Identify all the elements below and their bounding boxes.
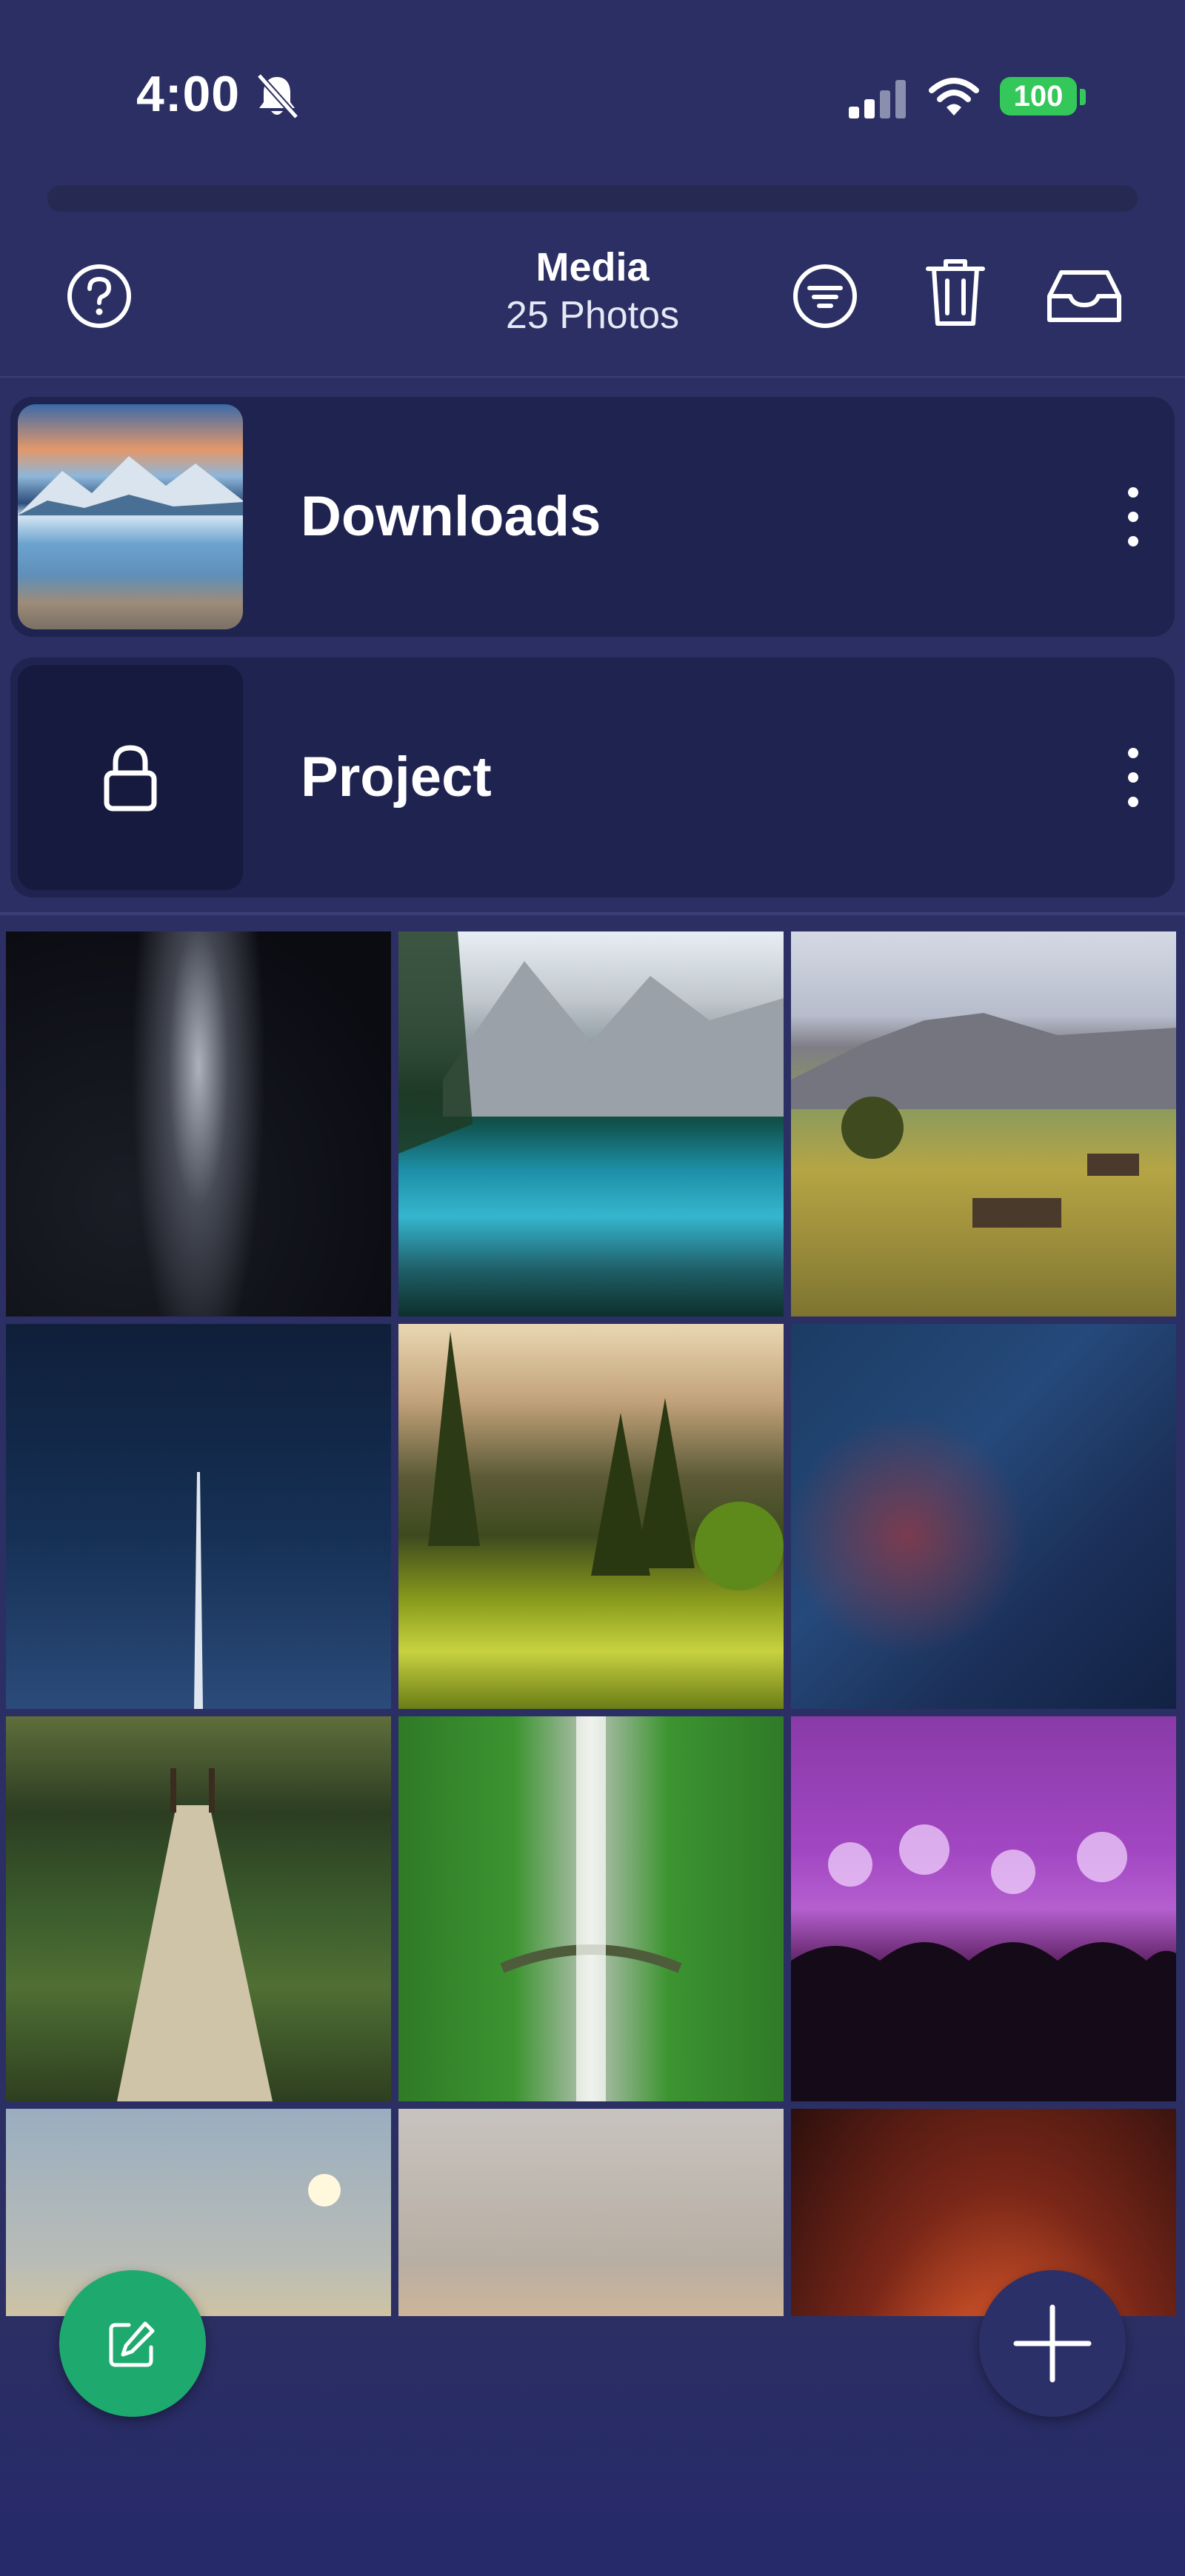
lock-icon — [104, 745, 157, 812]
status-time: 4:00 — [136, 66, 241, 122]
edit-button[interactable] — [59, 2270, 206, 2417]
battery-level: 100 — [1013, 79, 1064, 113]
photo-thumbnail[interactable] — [791, 1716, 1176, 2101]
album-name: Project — [301, 746, 492, 809]
wifi-icon — [929, 78, 979, 116]
inbox-icon — [1047, 270, 1121, 322]
waterfall-graphic — [500, 1716, 682, 2101]
album-project[interactable]: Project — [10, 658, 1175, 897]
photo-thumbnail[interactable] — [398, 1716, 784, 2101]
signal-icon — [849, 80, 906, 118]
add-button[interactable] — [979, 2270, 1126, 2417]
photo-count: 25 Photos — [505, 294, 680, 337]
photo-thumbnail[interactable] — [6, 931, 391, 1317]
photo-thumbnail[interactable] — [6, 2109, 391, 2316]
trash-button[interactable] — [918, 252, 992, 333]
header: Media 25 Photos — [0, 222, 1185, 378]
status-bar: 4:00 100 — [0, 0, 1185, 178]
photo-thumbnail[interactable] — [791, 1324, 1176, 1709]
battery-icon: 100 — [1000, 77, 1077, 116]
trees-graphic — [428, 1331, 784, 1590]
album-thumbnail — [18, 404, 243, 629]
section-divider — [0, 912, 1185, 915]
help-button[interactable] — [62, 259, 136, 333]
more-options-icon[interactable] — [1111, 480, 1155, 554]
sheet-grabber[interactable] — [47, 185, 1138, 212]
photo-thumbnail[interactable] — [398, 2109, 784, 2316]
crowd-graphic — [791, 1824, 1176, 2101]
more-options-icon[interactable] — [1111, 740, 1155, 814]
mountain-graphic — [18, 456, 243, 515]
album-thumbnail — [18, 665, 243, 890]
photo-thumbnail[interactable] — [6, 1324, 391, 1709]
photo-grid — [6, 931, 1179, 2316]
filter-icon — [793, 264, 857, 328]
battery-cap — [1080, 89, 1086, 105]
mountain-graphic — [398, 931, 784, 1154]
plus-icon — [1013, 2304, 1092, 2383]
album-downloads[interactable]: Downloads — [10, 397, 1175, 637]
trash-icon — [926, 259, 985, 326]
inbox-button[interactable] — [1041, 259, 1127, 333]
page-title: Media — [535, 245, 650, 290]
photo-thumbnail[interactable] — [6, 1716, 391, 2101]
bridge-graphic — [117, 1768, 273, 2101]
sun-graphic — [308, 2174, 341, 2207]
photo-thumbnail[interactable] — [791, 2109, 1176, 2316]
album-name: Downloads — [301, 485, 601, 548]
photo-thumbnail[interactable] — [398, 931, 784, 1317]
photo-thumbnail[interactable] — [791, 931, 1176, 1317]
rocket-trail-graphic — [194, 1472, 203, 1709]
filter-button[interactable] — [788, 259, 862, 333]
photo-thumbnail[interactable] — [398, 1324, 784, 1709]
bell-slash-icon — [256, 73, 299, 119]
help-icon — [67, 264, 131, 328]
edit-icon — [109, 2321, 155, 2367]
meadow-graphic — [791, 1013, 1176, 1228]
